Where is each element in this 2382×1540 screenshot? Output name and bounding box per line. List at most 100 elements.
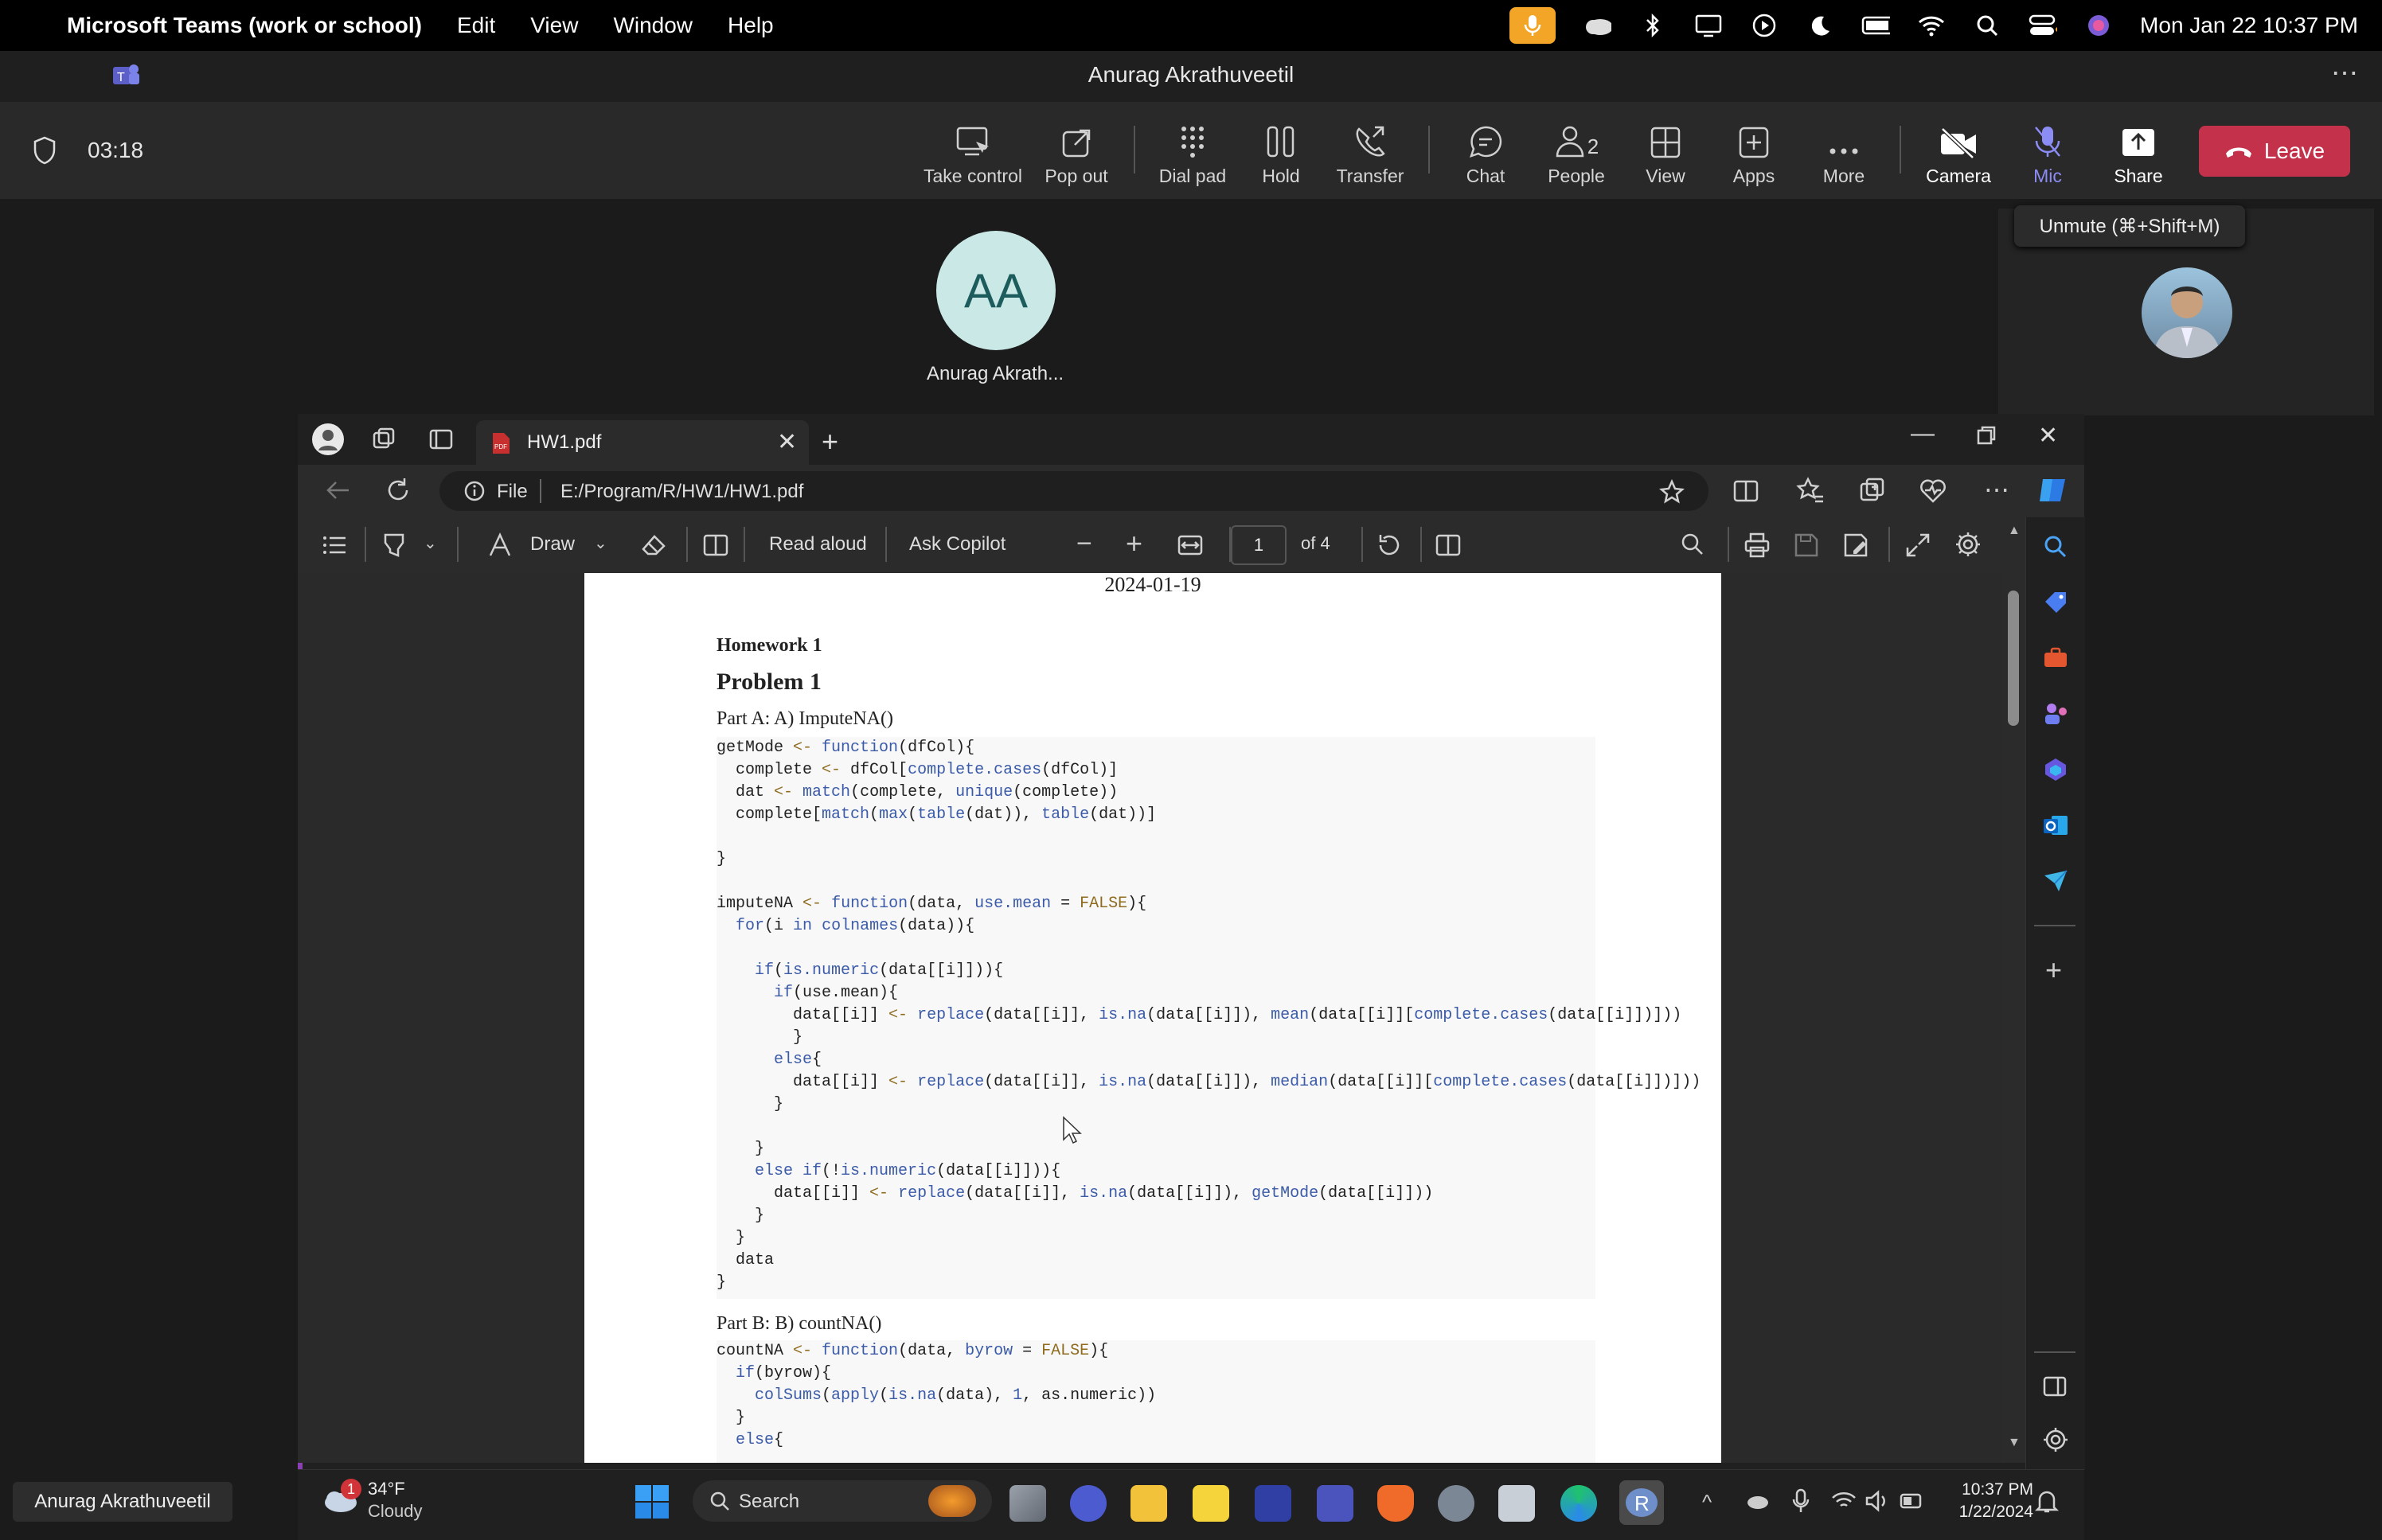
fullscreen-icon[interactable] xyxy=(1904,532,1931,563)
taskbar-search[interactable]: Search xyxy=(693,1480,992,1522)
battery-tray-icon[interactable] xyxy=(1900,1491,1925,1515)
split-screen-icon[interactable] xyxy=(1732,478,1759,509)
workspaces-icon[interactable] xyxy=(371,427,396,456)
settings-taskbar-icon[interactable] xyxy=(1438,1485,1474,1522)
menu-view[interactable]: View xyxy=(530,13,578,38)
shopping-tag-icon[interactable] xyxy=(2042,589,2069,620)
pdf-scrollbar[interactable]: ▲ ▼ xyxy=(2001,517,2025,1463)
teams-taskbar-icon[interactable] xyxy=(1317,1485,1353,1522)
menu-help[interactable]: Help xyxy=(728,13,774,38)
browser-essentials-icon[interactable] xyxy=(1919,476,1947,509)
volume-tray-icon[interactable] xyxy=(1865,1490,1890,1516)
brave-browser-icon[interactable] xyxy=(1377,1485,1414,1522)
taskbar-date[interactable]: 1/22/2024 xyxy=(1938,1503,2033,1522)
tab-actions-icon[interactable] xyxy=(428,427,454,456)
more-options-icon[interactable]: ⋯ xyxy=(2331,57,2358,89)
wifi-tray-icon[interactable] xyxy=(1831,1490,1857,1516)
leave-button[interactable]: Leave xyxy=(2199,126,2350,177)
rotate-icon[interactable] xyxy=(1376,532,1403,563)
collections-icon[interactable] xyxy=(1858,476,1887,509)
teams-chat-taskbar-icon[interactable] xyxy=(1070,1485,1107,1522)
camera-button[interactable]: Camera xyxy=(1919,118,1998,187)
display-icon[interactable] xyxy=(1694,11,1723,40)
wifi-icon[interactable] xyxy=(1917,11,1946,40)
participant-avatar[interactable]: AA xyxy=(936,231,1056,350)
transfer-button[interactable]: Transfer xyxy=(1328,118,1412,187)
draw-dropdown-icon[interactable]: ⌄ xyxy=(594,533,607,553)
close-window-icon[interactable]: ✕ xyxy=(2038,422,2058,450)
tray-overflow-icon[interactable]: ^ xyxy=(1702,1490,1712,1515)
read-aloud-button[interactable]: Read aloud xyxy=(769,533,867,556)
r-app-active-icon[interactable]: R xyxy=(1619,1480,1664,1525)
view-button[interactable]: View xyxy=(1632,118,1699,187)
mic-button[interactable]: Mic xyxy=(2014,118,2081,187)
save-icon[interactable] xyxy=(1793,532,1820,563)
app-name[interactable]: Microsoft Teams (work or school) xyxy=(67,13,422,38)
highlight-icon[interactable] xyxy=(381,532,408,563)
text-box-icon[interactable] xyxy=(702,532,729,563)
copilot-icon[interactable] xyxy=(2036,474,2068,510)
outlook-icon[interactable] xyxy=(2042,812,2069,843)
mic-tray-icon[interactable] xyxy=(1791,1488,1810,1518)
file-explorer-icon[interactable] xyxy=(1130,1485,1167,1522)
taskbar-time[interactable]: 10:37 PM xyxy=(1946,1480,2033,1499)
onedrive-tray-icon[interactable] xyxy=(1744,1490,1769,1516)
mic-status-icon[interactable] xyxy=(1509,7,1556,44)
draw-button[interactable]: Draw xyxy=(530,533,575,556)
menubar-clock[interactable]: Mon Jan 22 10:37 PM xyxy=(2140,13,2358,38)
dial-pad-button[interactable]: Dial pad xyxy=(1151,118,1234,187)
sidebar-add-icon[interactable]: + xyxy=(2045,953,2062,987)
new-tab-icon[interactable]: + xyxy=(822,425,838,458)
edge-browser-icon[interactable] xyxy=(1560,1485,1597,1522)
play-icon[interactable] xyxy=(1750,11,1779,40)
print-icon[interactable] xyxy=(1744,532,1771,563)
siri-icon[interactable] xyxy=(2084,11,2113,40)
people-button[interactable]: 2 People xyxy=(1537,118,1616,187)
windows-start-icon[interactable] xyxy=(634,1483,670,1524)
settings-more-icon[interactable]: ⋯ xyxy=(1984,474,2009,505)
fit-page-icon[interactable] xyxy=(1177,533,1204,561)
battery-icon[interactable] xyxy=(1861,11,1891,40)
draw-pen-icon[interactable] xyxy=(487,532,513,563)
control-center-icon[interactable] xyxy=(2029,11,2058,40)
ask-copilot-button[interactable]: Ask Copilot xyxy=(909,533,1006,556)
menu-edit[interactable]: Edit xyxy=(457,13,495,38)
refresh-icon[interactable] xyxy=(384,476,412,509)
bluetooth-icon[interactable] xyxy=(1638,11,1667,40)
highlight-dropdown-icon[interactable]: ⌄ xyxy=(424,533,437,553)
scroll-up-icon[interactable]: ▲ xyxy=(2008,524,2021,538)
cloud-icon[interactable] xyxy=(1583,11,1612,40)
jetbrains-icon[interactable] xyxy=(1255,1485,1291,1522)
find-search-icon[interactable] xyxy=(1680,532,1705,561)
save-as-icon[interactable] xyxy=(1842,532,1869,563)
take-control-button[interactable]: Take control xyxy=(916,118,1030,187)
profile-icon[interactable] xyxy=(312,423,344,455)
info-icon[interactable] xyxy=(463,480,486,506)
spotlight-search-icon[interactable] xyxy=(1973,11,2001,40)
tools-briefcase-icon[interactable] xyxy=(2042,645,2069,676)
eraser-icon[interactable] xyxy=(640,532,667,563)
chat-button[interactable]: Chat xyxy=(1451,118,1521,187)
zoom-in-icon[interactable]: + xyxy=(1126,527,1142,560)
pop-out-button[interactable]: Pop out xyxy=(1037,118,1116,187)
microsoft365-icon[interactable] xyxy=(2042,756,2069,787)
snipping-tool-icon[interactable] xyxy=(1498,1485,1535,1522)
share-button[interactable]: Share xyxy=(2102,118,2175,187)
favorites-icon[interactable] xyxy=(1796,476,1825,509)
page-view-icon[interactable] xyxy=(1435,532,1462,563)
scroll-down-icon[interactable]: ▼ xyxy=(2008,1436,2021,1450)
games-icon[interactable] xyxy=(2042,700,2069,731)
browser-tab-hw1[interactable]: PDF HW1.pdf ✕ xyxy=(476,420,809,465)
menu-window[interactable]: Window xyxy=(613,13,693,38)
address-bar[interactable]: File E:/Program/R/HW1/HW1.pdf xyxy=(439,471,1708,511)
page-number-input[interactable]: 1 xyxy=(1231,525,1287,565)
close-tab-icon[interactable]: ✕ xyxy=(777,428,797,456)
restore-window-icon[interactable] xyxy=(1976,425,1997,450)
pdf-settings-gear-icon[interactable] xyxy=(1954,530,1982,563)
sidebar-search-icon[interactable] xyxy=(2042,533,2069,564)
scrollbar-thumb[interactable] xyxy=(2008,591,2019,726)
zoom-out-icon[interactable]: − xyxy=(1076,528,1092,559)
moon-icon[interactable] xyxy=(1806,11,1834,40)
back-icon[interactable] xyxy=(323,476,352,509)
hide-sidebar-icon[interactable] xyxy=(2042,1374,2068,1403)
